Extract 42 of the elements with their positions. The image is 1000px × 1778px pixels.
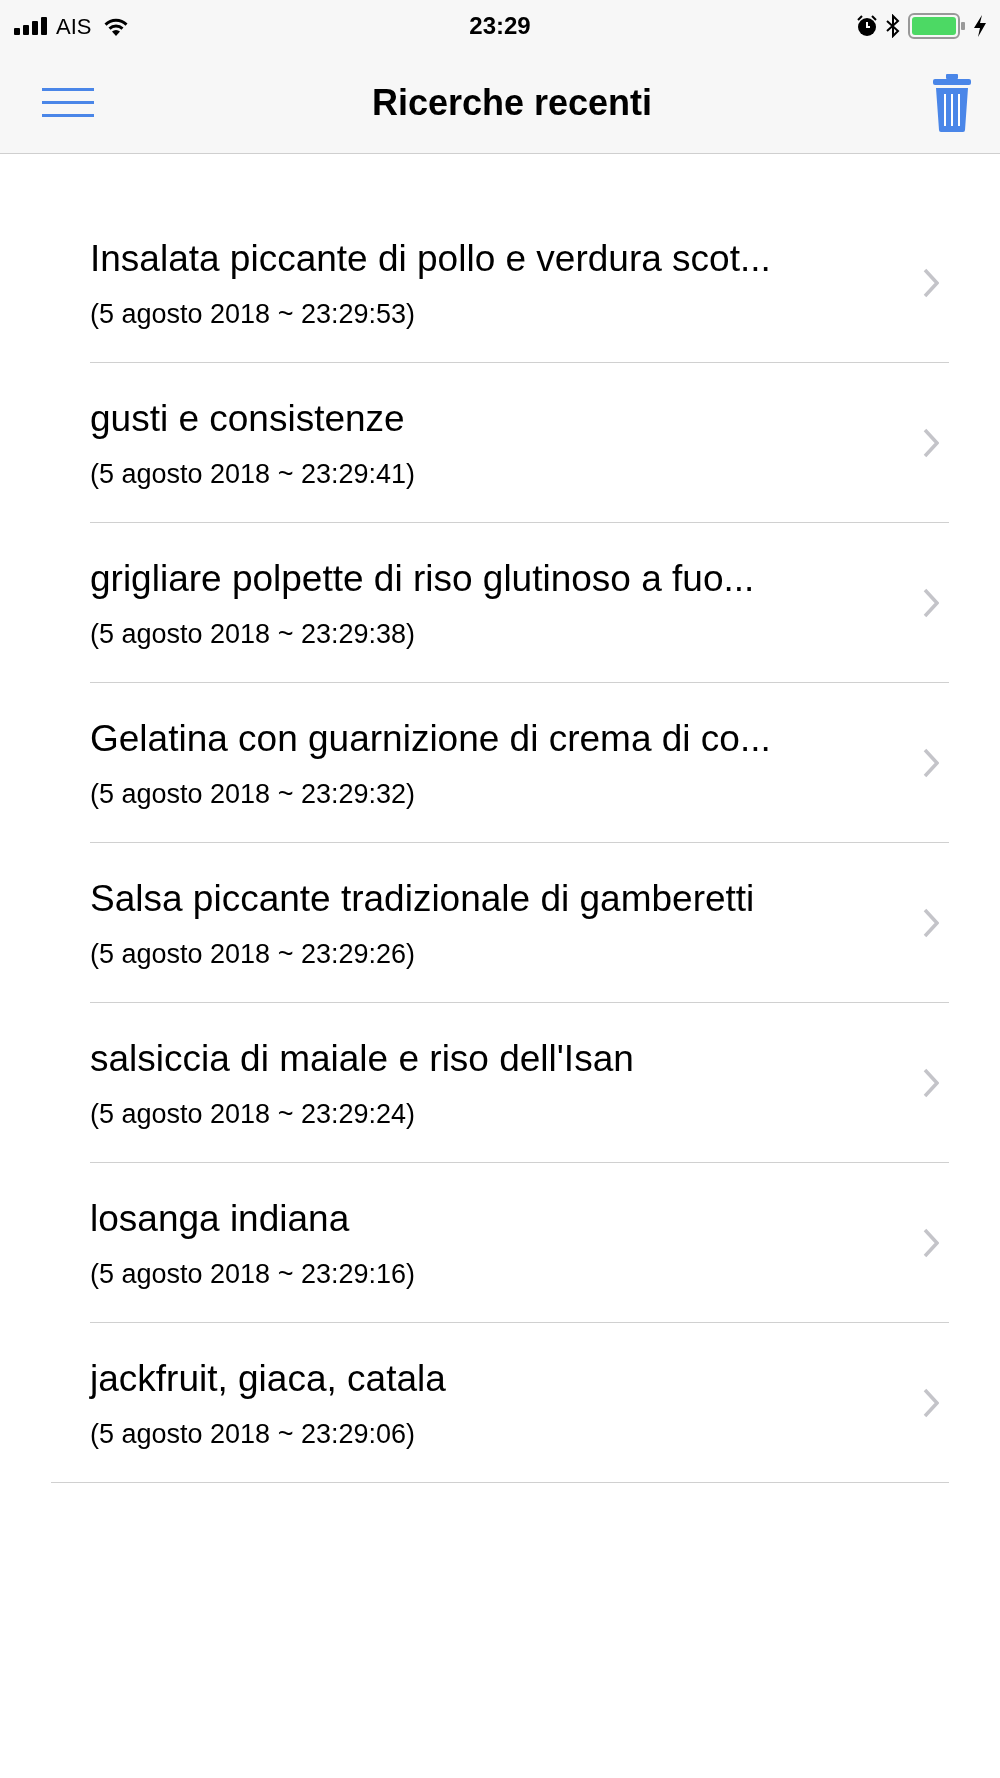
search-item[interactable]: losanga indiana (5 agosto 2018 ~ 23:29:16) (90, 1163, 949, 1322)
search-timestamp: (5 agosto 2018 ~ 23:29:26) (90, 938, 416, 971)
search-item[interactable]: Salsa piccante tradizionale di gamberetti (5 agosto 2018 ~ 23:29:26) (90, 843, 949, 1002)
charging-icon (974, 15, 986, 37)
search-title: Salsa piccante tradizionale di gamberetti (90, 876, 755, 921)
search-title: jackfruit, giaca, catala (90, 1356, 446, 1401)
chevron-right-icon (923, 1227, 939, 1258)
chevron-right-icon (923, 267, 939, 298)
search-title: Gelatina con guarnizione di crema di co... (90, 716, 771, 761)
battery-icon (908, 13, 966, 39)
delete-button[interactable] (930, 72, 974, 133)
search-item[interactable]: Gelatina con guarnizione di crema di co... (5 agosto 2018 ~ 23:29:32) (90, 683, 949, 842)
bluetooth-icon (886, 14, 900, 38)
chevron-right-icon (923, 427, 939, 458)
screen-title: Ricerche recenti (371, 80, 653, 125)
search-timestamp: (5 agosto 2018 ~ 23:29:32) (90, 778, 416, 811)
wifi-icon (103, 16, 130, 36)
search-item[interactable]: salsiccia di maiale e riso dell'Isan (5 agosto 2018 ~ 23:29:24) (90, 1003, 949, 1162)
search-timestamp: (5 agosto 2018 ~ 23:29:06) (90, 1418, 416, 1451)
search-timestamp: (5 agosto 2018 ~ 23:29:38) (90, 618, 416, 651)
search-title: Insalata piccante di pollo e verdura scot... (90, 236, 771, 281)
chevron-right-icon (923, 1387, 939, 1418)
search-item[interactable]: Insalata piccante di pollo e verdura scot... (5 agosto 2018 ~ 23:29:53) (90, 203, 949, 362)
signal-icon (14, 17, 50, 35)
search-title: grigliare polpette di riso glutinoso a fuo... (90, 556, 755, 601)
search-title: gusti e consistenze (90, 396, 406, 441)
chevron-right-icon (923, 1067, 939, 1098)
carrier-name: AIS (56, 12, 92, 41)
search-title: salsiccia di maiale e riso dell'Isan (90, 1036, 634, 1081)
search-timestamp: (5 agosto 2018 ~ 23:29:41) (90, 458, 415, 491)
search-title: losanga indiana (90, 1196, 351, 1241)
search-item[interactable]: gusti e consistenze (5 agosto 2018 ~ 23:29:41) (90, 363, 949, 522)
alarm-icon (856, 15, 878, 37)
search-timestamp: (5 agosto 2018 ~ 23:29:16) (90, 1258, 415, 1291)
chevron-right-icon (923, 907, 939, 938)
search-item[interactable]: jackfruit, giaca, catala (5 agosto 2018 ~ 23:29:06) (51, 1323, 949, 1482)
search-timestamp: (5 agosto 2018 ~ 23:29:24) (90, 1098, 416, 1131)
chevron-right-icon (923, 587, 939, 618)
search-item[interactable]: grigliare polpette di riso glutinoso a fuo... (5 agosto 2018 ~ 23:29:38) (90, 523, 949, 682)
search-timestamp: (5 agosto 2018 ~ 23:29:53) (90, 298, 416, 331)
chevron-right-icon (923, 747, 939, 778)
clock-time: 23:29 (469, 11, 531, 41)
